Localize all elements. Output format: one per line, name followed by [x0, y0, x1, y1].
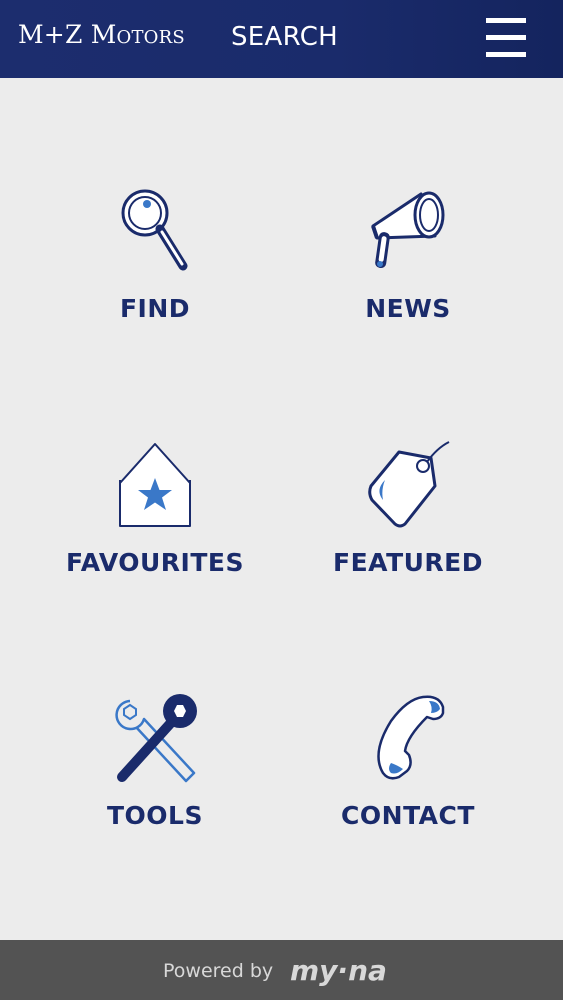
myna-logo-icon[interactable]: my·na [290, 956, 405, 986]
tile-label: TOOLS [107, 801, 203, 830]
brand-logo[interactable]: M+Z Motors [18, 20, 185, 49]
app-header: M+Z Motors SEARCH [0, 0, 563, 78]
tile-favourites[interactable]: FAVOURITES [35, 440, 275, 640]
tile-label: NEWS [365, 294, 451, 323]
hamburger-menu-icon[interactable] [484, 16, 528, 60]
powered-by-text: Powered by [163, 960, 274, 982]
phone-handset-icon [377, 695, 445, 780]
brand-initials: M+Z [18, 20, 83, 49]
tile-featured[interactable]: FEATURED [288, 440, 528, 640]
magnifier-icon [121, 189, 188, 271]
megaphone-icon [371, 191, 445, 269]
tile-find[interactable]: FIND [35, 186, 275, 386]
page-title: SEARCH [231, 22, 338, 52]
logo-text: my·na [290, 956, 387, 986]
menu-grid: FIND NEWS FAVOURITES FEATURED TOOLS CONT… [0, 78, 563, 940]
price-tag-icon [368, 441, 450, 528]
wrench-tools-icon [115, 694, 197, 783]
tile-news[interactable]: NEWS [288, 186, 528, 386]
tile-label: FIND [119, 294, 191, 323]
house-star-icon [119, 443, 191, 527]
tile-label: FAVOURITES [65, 548, 244, 577]
tile-label: FEATURED [333, 548, 483, 577]
footer-bar: Powered by my·na [0, 940, 563, 1000]
brand-word: Motors [90, 20, 185, 49]
tile-contact[interactable]: CONTACT [288, 693, 528, 893]
tile-label: CONTACT [341, 801, 475, 830]
tile-tools[interactable]: TOOLS [35, 693, 275, 893]
